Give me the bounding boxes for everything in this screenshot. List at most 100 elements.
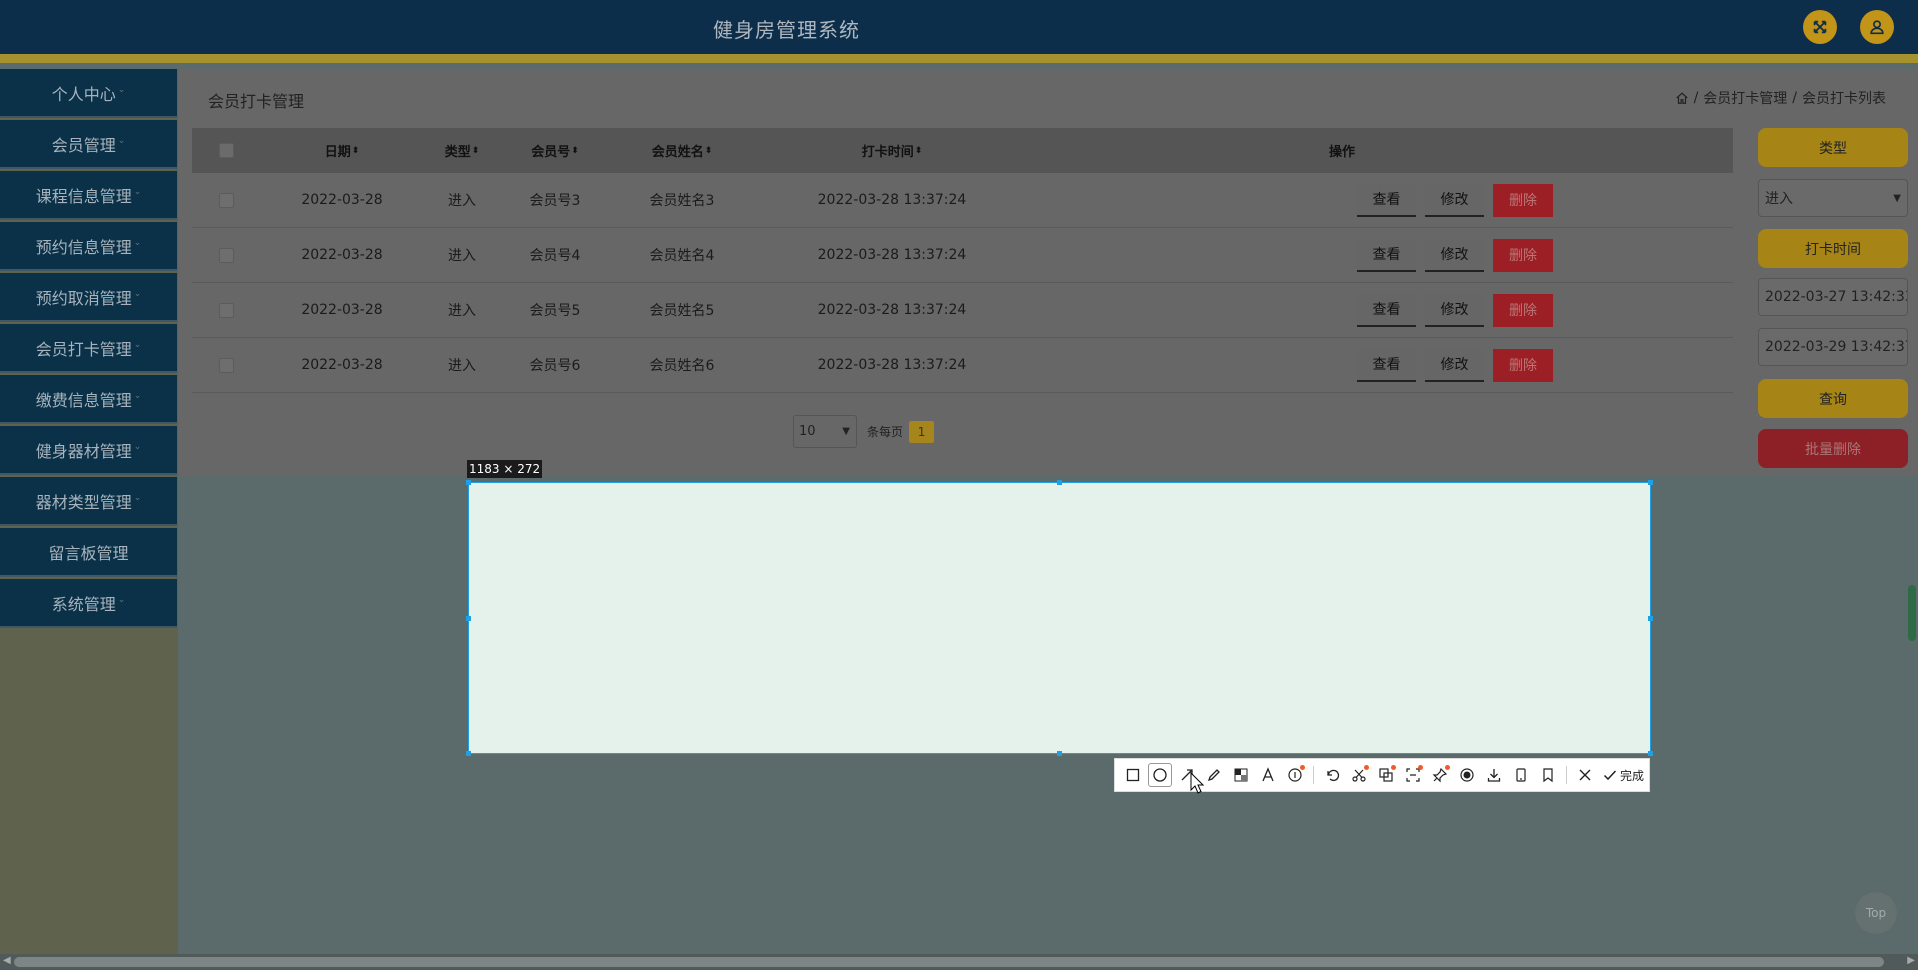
download-icon[interactable] — [1482, 763, 1506, 787]
sidebar-item-label: 个人中心 — [51, 84, 116, 104]
record-icon[interactable] — [1455, 763, 1479, 787]
view-button[interactable]: 查看 — [1357, 238, 1416, 272]
sidebar-item-system[interactable]: 系统管理 ⌄ — [0, 579, 177, 628]
resize-handle[interactable] — [1648, 616, 1653, 621]
edit-button[interactable]: 修改 — [1425, 183, 1484, 217]
phone-icon[interactable] — [1509, 763, 1533, 787]
batch-delete-button[interactable]: 批量删除 — [1758, 429, 1908, 468]
number-icon[interactable] — [1283, 763, 1307, 787]
scroll-right-icon[interactable]: ▶ — [1907, 955, 1915, 966]
close-icon[interactable] — [1573, 763, 1597, 787]
sidebar-item-equipment-types[interactable]: 器材类型管理 ⌄ — [0, 477, 177, 526]
capture-selection[interactable] — [466, 480, 1653, 756]
table-row: 2022-03-28 进入 会员号4 会员姓名4 2022-03-28 13:3… — [192, 228, 1733, 283]
text-icon[interactable] — [1256, 763, 1280, 787]
resize-handle[interactable] — [1648, 751, 1653, 756]
search-button[interactable]: 查询 — [1758, 379, 1908, 418]
user-button[interactable] — [1860, 10, 1894, 44]
select-all-checkbox[interactable] — [218, 128, 234, 173]
sidebar-item-reservations[interactable]: 预约信息管理 ⌄ — [0, 222, 177, 271]
sidebar-item-courses[interactable]: 课程信息管理 ⌄ — [0, 171, 177, 220]
view-button[interactable]: 查看 — [1357, 293, 1416, 327]
sidebar-item-equipment[interactable]: 健身器材管理 ⌄ — [0, 426, 177, 475]
page-size-select[interactable]: 10 ▼ — [793, 415, 857, 448]
ocr-icon[interactable] — [1401, 763, 1425, 787]
bookmark-icon[interactable] — [1536, 763, 1560, 787]
horizontal-scrollbar[interactable]: ◀ ▶ — [0, 954, 1918, 970]
resize-handle[interactable] — [466, 616, 471, 621]
row-checkbox[interactable] — [218, 173, 234, 227]
resize-handle[interactable] — [466, 480, 471, 485]
column-header-checkin-time[interactable]: 打卡时间 ⬍ — [802, 128, 982, 173]
start-time-input[interactable]: 2022-03-27 13:42:33 — [1758, 278, 1908, 316]
fullscreen-button[interactable] — [1803, 10, 1837, 44]
row-actions: 查看 修改 删除 — [1357, 173, 1562, 227]
sidebar-item-label: 预约信息管理 — [35, 237, 132, 257]
resize-handle[interactable] — [466, 751, 471, 756]
undo-icon[interactable] — [1320, 763, 1344, 787]
sort-icon: ⬍ — [571, 145, 579, 156]
cell-type: 进入 — [448, 358, 476, 374]
column-header-type[interactable]: 类型 ⬍ — [412, 128, 512, 173]
sidebar-item-reservation-cancel[interactable]: 预约取消管理 ⌄ — [0, 273, 177, 322]
cell-type: 进入 — [448, 193, 476, 209]
translate-icon[interactable] — [1374, 763, 1398, 787]
row-checkbox[interactable] — [218, 283, 234, 337]
cell-date: 2022-03-28 — [301, 357, 383, 373]
ellipse-icon[interactable] — [1148, 763, 1172, 787]
cell-member-no: 会员号3 — [529, 193, 581, 209]
mouse-cursor-icon — [1190, 772, 1204, 794]
home-icon[interactable] — [1675, 91, 1689, 105]
horizontal-scroll-thumb[interactable] — [14, 957, 1884, 967]
table-row: 2022-03-28 进入 会员号3 会员姓名3 2022-03-28 13:3… — [192, 173, 1733, 228]
resize-handle[interactable] — [1057, 751, 1062, 756]
breadcrumb-item-checkin[interactable]: 会员打卡管理 — [1703, 88, 1787, 108]
row-checkbox[interactable] — [218, 338, 234, 392]
edit-button[interactable]: 修改 — [1425, 348, 1484, 382]
sidebar-item-members[interactable]: 会员管理 ⌄ — [0, 120, 177, 169]
chevron-down-icon: ⌄ — [133, 441, 142, 452]
pin-icon[interactable] — [1428, 763, 1452, 787]
sidebar-item-label: 课程信息管理 — [35, 186, 132, 206]
chevron-down-icon: ⌄ — [133, 492, 142, 503]
done-button[interactable]: 完成 — [1602, 767, 1644, 784]
chevron-down-icon: ⌄ — [133, 237, 142, 248]
chevron-down-icon: ⌄ — [133, 339, 142, 350]
cell-member-no: 会员号4 — [529, 248, 581, 264]
pencil-icon[interactable] — [1202, 763, 1226, 787]
rectangle-icon[interactable] — [1121, 763, 1145, 787]
edit-button[interactable]: 修改 — [1425, 238, 1484, 272]
edit-button[interactable]: 修改 — [1425, 293, 1484, 327]
mosaic-icon[interactable] — [1229, 763, 1253, 787]
vertical-scrollbar[interactable] — [1908, 585, 1916, 641]
resize-handle[interactable] — [1648, 480, 1653, 485]
view-button[interactable]: 查看 — [1357, 348, 1416, 382]
delete-button[interactable]: 删除 — [1493, 348, 1553, 382]
view-button[interactable]: 查看 — [1357, 183, 1416, 217]
type-select[interactable]: 进入 ▼ — [1758, 179, 1908, 217]
row-checkbox[interactable] — [218, 228, 234, 282]
scissors-icon[interactable] — [1347, 763, 1371, 787]
page-number-current[interactable]: 1 — [909, 420, 935, 443]
scroll-left-icon[interactable]: ◀ — [3, 955, 11, 966]
end-time-input[interactable]: 2022-03-29 13:42:37 — [1758, 328, 1908, 366]
delete-button[interactable]: 删除 — [1493, 238, 1553, 272]
resize-handle[interactable] — [1057, 480, 1062, 485]
sidebar-item-checkin[interactable]: 会员打卡管理 ⌄ — [0, 324, 177, 373]
sidebar-item-personal-center[interactable]: 个人中心 ⌄ — [0, 69, 177, 118]
chevron-down-icon: ▼ — [842, 426, 850, 437]
delete-button[interactable]: 删除 — [1493, 183, 1553, 217]
cell-member-no: 会员号6 — [529, 358, 581, 374]
toolbar-divider — [1313, 766, 1314, 784]
cell-type: 进入 — [448, 303, 476, 319]
delete-button[interactable]: 删除 — [1493, 293, 1553, 327]
checkin-table: 日期 ⬍ 类型 ⬍ 会员号 ⬍ 会员姓名 ⬍ 打卡时间 ⬍ 操作 2022-03-28 进… — [192, 128, 1733, 393]
main-panel: 会员打卡管理 / 会员打卡管理 / 会员打卡列表 日期 ⬍ 类型 ⬍ 会员号 ⬍ 会员… — [178, 69, 1918, 476]
check-icon — [1603, 770, 1617, 781]
column-header-member-name[interactable]: 会员姓名 ⬍ — [632, 128, 732, 173]
column-header-member-no[interactable]: 会员号 ⬍ — [505, 128, 605, 173]
sidebar-item-payments[interactable]: 缴费信息管理 ⌄ — [0, 375, 177, 424]
back-to-top-button[interactable]: Top — [1855, 892, 1897, 934]
sidebar-item-message-board[interactable]: 留言板管理 — [0, 528, 177, 577]
column-header-date[interactable]: 日期 ⬍ — [292, 128, 392, 173]
